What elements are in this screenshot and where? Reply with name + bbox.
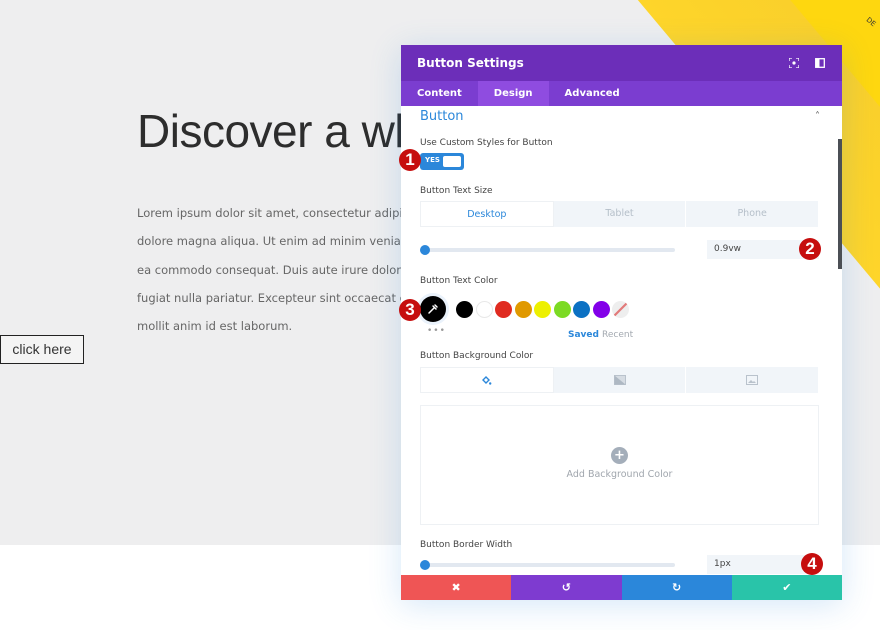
- image-icon: [746, 375, 759, 385]
- paint-bucket-icon: [482, 375, 492, 385]
- body-line: dolore magna aliqua. Ut enim ad minim ve…: [137, 234, 438, 249]
- color-swatches: [420, 296, 632, 322]
- click-here-button[interactable]: click here: [0, 335, 84, 364]
- gradient-icon: [613, 375, 626, 385]
- swatch-red[interactable]: [495, 300, 512, 318]
- text-color-label: Button Text Color: [420, 276, 498, 286]
- swatch-yellow[interactable]: [534, 300, 551, 318]
- undo-button[interactable]: ↺: [511, 575, 622, 600]
- swatch-none[interactable]: [612, 300, 629, 318]
- scrollbar[interactable]: [838, 139, 842, 269]
- sidebar-toggle-icon[interactable]: [814, 57, 826, 69]
- tab-design[interactable]: Design: [477, 81, 549, 106]
- modal-tabs: Content Design Advanced: [401, 81, 842, 106]
- undo-icon: ↺: [561, 581, 571, 594]
- annotation-marker: 1: [399, 149, 421, 171]
- background-preview[interactable]: + Add Background Color: [420, 405, 819, 525]
- cancel-button[interactable]: ✖: [401, 575, 512, 600]
- text-size-label: Button Text Size: [420, 186, 493, 196]
- device-tab-desktop[interactable]: Desktop: [420, 201, 554, 227]
- more-swatches-icon[interactable]: •••: [427, 326, 446, 336]
- close-icon: ✖: [451, 581, 461, 594]
- redo-icon: ↻: [672, 581, 682, 594]
- tab-advanced[interactable]: Advanced: [549, 81, 636, 106]
- focus-icon[interactable]: [788, 57, 800, 69]
- swatch-black[interactable]: [456, 300, 473, 318]
- button-settings-modal: Button Settings Content Design Advanced …: [401, 45, 842, 600]
- add-icon[interactable]: +: [611, 447, 628, 464]
- body-line: fugiat nulla pariatur. Excepteur sint oc…: [137, 290, 439, 305]
- border-width-label: Button Border Width: [420, 540, 513, 550]
- add-background-color-label[interactable]: Add Background Color: [421, 469, 818, 480]
- use-custom-styles-toggle[interactable]: YES: [420, 153, 464, 170]
- annotation-marker: 3: [399, 299, 421, 321]
- device-tabs: Desktop Tablet Phone: [420, 201, 820, 227]
- swatch-orange[interactable]: [514, 300, 532, 318]
- saved-tab[interactable]: Saved: [568, 330, 599, 340]
- modal-body: Button ˄ Use Custom Styles for Button YE…: [401, 106, 842, 575]
- body-line: ea commodo consequat. Duis aute irure do…: [137, 262, 438, 277]
- swatch-purple[interactable]: [592, 300, 610, 318]
- slider-handle[interactable]: [420, 560, 430, 570]
- toggle-text: YES: [425, 156, 440, 164]
- annotation-marker: 2: [799, 238, 821, 260]
- bg-tab-image[interactable]: [686, 367, 820, 393]
- device-tab-tablet[interactable]: Tablet: [554, 201, 687, 227]
- swatch-blue[interactable]: [573, 300, 590, 318]
- group-title[interactable]: Button: [420, 109, 464, 124]
- slider-handle[interactable]: [420, 245, 430, 255]
- bg-tab-gradient[interactable]: [554, 367, 687, 393]
- toggle-knob: [443, 156, 461, 167]
- bg-tab-color[interactable]: [420, 367, 554, 393]
- check-icon: ✔: [782, 581, 792, 594]
- chevron-up-icon[interactable]: ˄: [815, 111, 820, 122]
- device-tab-phone[interactable]: Phone: [686, 201, 820, 227]
- recent-tab[interactable]: Recent: [602, 330, 633, 340]
- hero-body: Lorem ipsum dolor sit amet, consectetur …: [137, 199, 439, 340]
- save-button[interactable]: ✔: [731, 575, 842, 600]
- background-type-tabs: [420, 367, 820, 393]
- background-color-label: Button Background Color: [420, 351, 534, 361]
- modal-title: Button Settings: [417, 56, 524, 70]
- eyedropper-icon[interactable]: [420, 296, 446, 322]
- tab-content[interactable]: Content: [401, 81, 478, 106]
- annotation-marker: 4: [801, 553, 823, 575]
- modal-header: Button Settings: [401, 45, 842, 81]
- swatch-white[interactable]: [475, 300, 493, 318]
- body-line: Lorem ipsum dolor sit amet, consectetur …: [137, 206, 433, 220]
- swatch-green[interactable]: [553, 300, 571, 318]
- modal-footer: ✖ ↺ ↻ ✔: [401, 575, 842, 600]
- redo-button[interactable]: ↻: [621, 575, 732, 600]
- use-custom-styles-label: Use Custom Styles for Button: [420, 138, 553, 148]
- text-size-slider[interactable]: [420, 245, 675, 255]
- hero-heading: Discover a wh: [137, 105, 420, 157]
- body-line: mollit anim id est laborum.: [137, 319, 293, 334]
- border-width-slider[interactable]: [420, 560, 675, 570]
